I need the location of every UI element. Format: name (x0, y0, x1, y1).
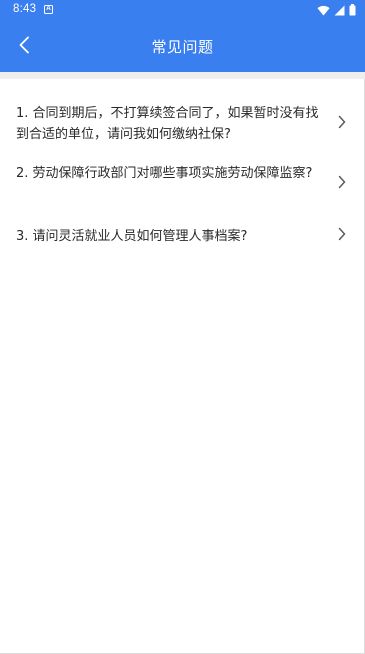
status-time: 8:43 (13, 3, 37, 15)
header-divider (0, 72, 365, 79)
faq-item-2[interactable]: 2. 劳动保障行政部门对哪些事项实施劳动保障监察? (0, 163, 365, 207)
chevron-right-icon (338, 175, 346, 189)
chevron-right-icon (338, 115, 346, 129)
battery-icon (349, 4, 356, 16)
cellular-signal-icon (334, 5, 345, 15)
faq-screen: 8:43 A 常见问题 1. 合同到期后，不打算续签合同了，如果暂时没有找到合适… (0, 0, 365, 654)
app-bar: 常见问题 (0, 20, 365, 72)
faq-item-3[interactable]: 3. 请问灵活就业人员如何管理人事档案? (0, 226, 365, 248)
faq-item-text: 2. 劳动保障行政部门对哪些事项实施劳动保障监察? (16, 166, 313, 181)
page-title: 常见问题 (151, 38, 214, 56)
status-bar: 8:43 A (0, 0, 365, 20)
chevron-right-icon (338, 227, 346, 241)
faq-item-text: 3. 请问灵活就业人员如何管理人事档案? (16, 229, 248, 244)
faq-item-text: 1. 合同到期后，不打算续签合同了，如果暂时没有找到合适的单位，请问我如何缴纳社… (16, 106, 319, 142)
status-icons (317, 4, 356, 16)
wifi-icon (317, 5, 330, 16)
faq-item-1[interactable]: 1. 合同到期后，不打算续签合同了，如果暂时没有找到合适的单位，请问我如何缴纳社… (0, 103, 365, 147)
notification-badge: A (44, 5, 53, 14)
